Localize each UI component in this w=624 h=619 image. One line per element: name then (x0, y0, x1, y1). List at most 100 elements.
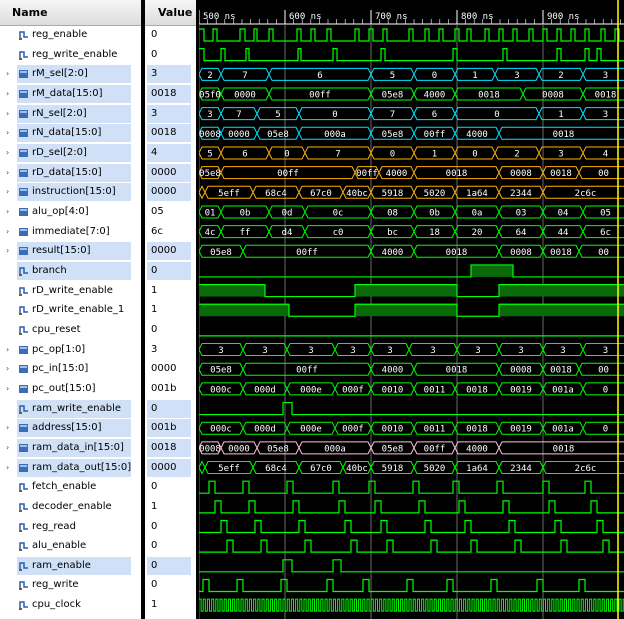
signal-value-cell: 1 (145, 282, 196, 300)
expand-chevron-icon[interactable]: › (6, 443, 9, 452)
wave-rD-data[interactable]: 05e8 00ff 00ff 4000 0018 0008 0018 00 (199, 166, 624, 180)
expand-chevron-icon[interactable]: › (6, 384, 9, 393)
wave-instruction[interactable]: 5eff 68c4 67c0 40bc 5918 5020 1a64 2344 2c6c (199, 185, 624, 200)
wave-ram-data-out[interactable]: 5eff 68c4 67c0 40bc 5918 5020 1a64 2344 2c6c (199, 460, 624, 475)
signal-row-result[interactable]: › result[15:0] (6, 242, 131, 261)
bus-value-label: 20 (472, 228, 483, 238)
wave-ram-write-enable[interactable] (199, 401, 624, 416)
wave-decoder-enable[interactable] (199, 500, 624, 514)
signal-value-label: 0000 (151, 461, 177, 473)
wave-rM-sel[interactable]: 2 7 6 5 0 1 3 2 3 (199, 67, 624, 81)
wave-branch[interactable] (199, 264, 624, 278)
expand-chevron-icon[interactable]: › (6, 128, 9, 137)
signal-row-rM-data[interactable]: › rM_data[15:0] (6, 84, 131, 103)
signal-row-pc-in[interactable]: › pc_in[15:0] (0, 360, 141, 378)
wave-rD-sel[interactable]: 5 6 0 7 0 1 0 2 3 4 (199, 146, 624, 160)
waveform-canvas[interactable]: 500 ns 600 ns 700 ns 800 ns 900 ns 2 7 6 5 0 1 3 2 3 0… (199, 0, 624, 619)
signal-value-cell: 05 (145, 203, 196, 221)
signal-row-rD-write-enable-1[interactable]: rD_write_enable_1 (0, 301, 141, 319)
signal-row-address[interactable]: › address[15:0] (6, 419, 131, 438)
signal-row-reg-write[interactable]: reg_write (0, 576, 141, 594)
wave-ram-data-in[interactable]: 0008 0000 05e8 000a 05e8 00ff 4000 0018 (199, 441, 624, 455)
expand-chevron-icon[interactable]: › (6, 148, 9, 157)
signal-row-instruction[interactable]: › instruction[15:0] (6, 183, 131, 202)
signal-row-pc-out[interactable]: › pc_out[15:0] (0, 380, 141, 398)
bus-value-label: 0011 (424, 385, 446, 395)
signal-name-label: pc_out[15:0] (32, 382, 96, 394)
bit-signal-icon (19, 600, 29, 611)
name-column-header[interactable]: Name (0, 0, 141, 26)
wave-alu-op[interactable]: 01 0b 0d 0c 08 0b 0a 03 04 05 (199, 205, 624, 219)
signal-row-rD-sel[interactable]: › rD_sel[2:0] (6, 143, 131, 162)
signal-row-ram-data-in[interactable]: › ram_data_in[15:0] (6, 438, 131, 457)
signal-row-rM-sel[interactable]: › rM_sel[2:0] (6, 65, 131, 84)
signal-row-pc-op[interactable]: › pc_op[1:0] (0, 341, 141, 359)
expand-chevron-icon[interactable]: › (6, 109, 9, 118)
signal-row-reg-read[interactable]: reg_read (0, 518, 141, 536)
wave-result[interactable]: 05e8 00ff 4000 0018 0008 0018 00 (199, 244, 624, 258)
signal-value-cell: 0000 (145, 360, 196, 378)
wave-rD-write-enable[interactable] (199, 283, 624, 298)
signal-row-fetch-enable[interactable]: fetch_enable (0, 478, 141, 496)
expand-chevron-icon[interactable]: › (6, 69, 9, 78)
signal-value-label: 0 (151, 481, 158, 493)
bus-value-label: 00ff (296, 366, 318, 376)
signal-row-cpu-clock[interactable]: cpu_clock (0, 596, 141, 614)
signal-row-alu-enable[interactable]: alu_enable (0, 537, 141, 555)
bus-signal-icon (19, 345, 29, 355)
bit-signal-icon (19, 286, 29, 296)
wave-reg-write-enable[interactable] (199, 48, 624, 62)
signal-row-branch[interactable]: branch (17, 261, 131, 280)
signal-value-cell: 0 (145, 537, 196, 555)
signal-row-rD-write-enable[interactable]: rD_write_enable (0, 282, 141, 300)
expand-chevron-icon[interactable]: › (6, 345, 9, 354)
wave-reg-read[interactable] (199, 519, 624, 534)
signal-row-rN-data[interactable]: › rN_data[15:0] (6, 124, 131, 143)
expand-chevron-icon[interactable]: › (6, 89, 9, 98)
wave-rM-data[interactable]: 05f0 0000 00ff 05e8 4000 0018 0008 0018 (199, 87, 624, 101)
signal-value-label: 0 (151, 323, 158, 335)
wave-address[interactable]: 000c 000d 000e 000f 0010 0011 0018 0019 001a 0 (199, 421, 624, 435)
signal-row-decoder-enable[interactable]: decoder_enable (0, 498, 141, 516)
wave-ram-enable[interactable] (199, 559, 624, 573)
wave-pc-in[interactable]: 05e8 00ff 4000 0018 0008 0018 00 (199, 362, 624, 376)
expand-chevron-icon[interactable]: › (6, 463, 9, 472)
expand-chevron-icon[interactable]: › (6, 423, 9, 432)
wave-rD-write-enable-1[interactable] (199, 303, 624, 317)
expand-chevron-icon[interactable]: › (6, 364, 9, 373)
bus-signal-icon (19, 227, 29, 237)
wave-reg-write[interactable] (199, 578, 624, 593)
signal-value-cell: 0 (147, 261, 191, 280)
bus-value-label: 68c4 (265, 464, 287, 474)
value-column-header[interactable]: Value (145, 0, 196, 26)
wave-fetch-enable[interactable] (199, 480, 624, 494)
wave-cpu-clock[interactable] (199, 598, 624, 612)
signal-row-alu-op[interactable]: › alu_op[4:0] (0, 203, 141, 221)
signal-row-reg-write-enable[interactable]: reg_write_enable (0, 46, 141, 64)
signal-row-immediate[interactable]: › immediate[7:0] (0, 223, 141, 241)
expand-chevron-icon[interactable]: › (6, 168, 9, 177)
expand-chevron-icon[interactable]: › (6, 187, 9, 196)
wave-pc-out[interactable]: 000c 000d 000e 000f 0010 0011 0018 0019 001a 0 (199, 382, 624, 396)
signal-row-ram-write-enable[interactable]: ram_write_enable (17, 399, 131, 418)
wave-pc-op[interactable]: 3 3 3 3 3 3 3 3 3 3 (199, 343, 624, 357)
wave-rN-sel[interactable]: 3 7 5 0 7 6 0 1 3 (199, 107, 624, 121)
signal-row-cpu-reset[interactable]: cpu_reset (0, 321, 141, 339)
signal-row-rN-sel[interactable]: › rN_sel[2:0] (6, 104, 131, 123)
wave-reg-enable[interactable] (199, 28, 624, 42)
wave-rN-data[interactable]: 0008 0000 05e8 000a 05e8 00ff 4000 0018 (199, 126, 624, 140)
signal-row-ram-data-out[interactable]: › ram_data_out[15:0] (6, 458, 131, 477)
expand-chevron-icon[interactable]: › (6, 207, 9, 216)
signal-row-ram-enable[interactable]: ram_enable (17, 556, 131, 575)
wave-alu-enable[interactable] (199, 539, 624, 553)
time-ruler[interactable]: 500 ns 600 ns 700 ns 800 ns 900 ns (199, 10, 624, 25)
wave-immediate[interactable]: 4c ff d4 c0 bc 18 20 64 44 6c (199, 225, 624, 239)
signal-row-reg-enable[interactable]: reg_enable (0, 26, 141, 44)
signal-name-label: decoder_enable (32, 500, 112, 512)
signal-name-label: result[15:0] (32, 245, 91, 257)
signal-row-rD-data[interactable]: › rD_data[15:0] (6, 163, 131, 182)
expand-chevron-icon[interactable]: › (6, 246, 9, 255)
bus-signal-icon (19, 423, 29, 433)
expand-chevron-icon[interactable]: › (6, 227, 9, 236)
bus-signal-icon (19, 364, 29, 374)
